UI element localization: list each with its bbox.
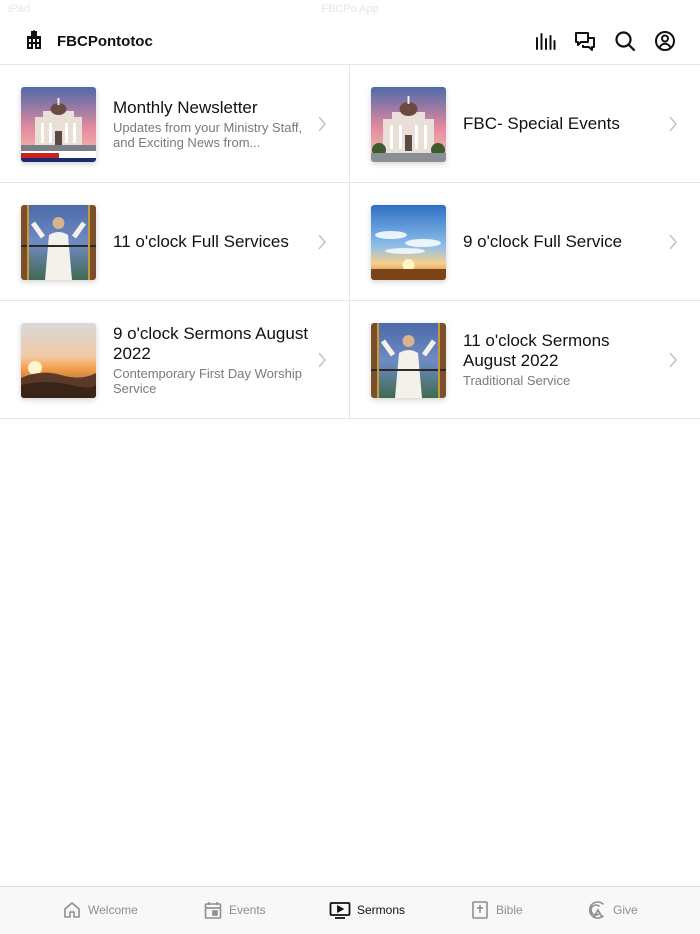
stained-glass-thumbnail — [21, 205, 96, 280]
give-icon — [588, 901, 604, 919]
tab-give[interactable]: Give — [587, 900, 638, 920]
tv-play-icon — [329, 902, 351, 919]
item-title: 11 o'clock Full Services — [113, 231, 289, 251]
tab-bible[interactable]: Bible — [470, 900, 523, 920]
list-item[interactable]: 9 o'clock Sermons August 2022 Contempora… — [0, 301, 350, 418]
tab-label: Welcome — [88, 903, 138, 917]
app-header: FBCPontotoc — [0, 22, 700, 62]
status-bar: iPad FBCPo App — [0, 0, 700, 20]
tab-label: Give — [613, 903, 638, 917]
search-icon[interactable] — [614, 30, 636, 52]
tab-label: Bible — [496, 903, 523, 917]
stained-glass-thumbnail — [371, 323, 446, 398]
item-title: 11 o'clock Sermons August 2022 — [463, 331, 610, 370]
sunrise-mountains-thumbnail — [21, 323, 96, 398]
app-title: FBCPontotoc — [57, 33, 153, 50]
list-item[interactable]: Monthly Newsletter Updates from your Min… — [0, 65, 350, 182]
tab-sermons[interactable]: Sermons — [329, 900, 405, 920]
list-item[interactable]: FBC- Special Events — [350, 65, 700, 182]
list-item[interactable]: 11 o'clock Sermons August 2022 Tradition… — [350, 301, 700, 418]
chevron-right-icon — [318, 233, 327, 250]
tab-welcome[interactable]: Welcome — [62, 900, 138, 920]
item-subtitle: Contemporary First Day Worship Service — [113, 365, 303, 396]
bible-icon — [472, 901, 488, 919]
tab-label: Events — [229, 903, 266, 917]
calendar-icon — [204, 902, 222, 919]
list-item[interactable]: 11 o'clock Full Services — [0, 183, 350, 300]
chevron-right-icon — [318, 351, 327, 368]
church-building-thumbnail — [371, 87, 446, 162]
chat-bubbles-icon[interactable] — [574, 30, 596, 52]
tab-bar: Welcome Events Sermons Bible Give — [0, 886, 700, 934]
tab-events[interactable]: Events — [203, 900, 266, 920]
list-item[interactable]: 9 o'clock Full Service — [350, 183, 700, 300]
chevron-right-icon — [669, 233, 678, 250]
item-subtitle: Updates from your Ministry Staff, and Ex… — [113, 119, 303, 150]
sunrise-clouds-thumbnail — [371, 205, 446, 280]
church-logo-icon[interactable] — [25, 30, 43, 50]
item-subtitle: Traditional Service — [463, 373, 571, 388]
item-title: Monthly Newsletter — [113, 97, 258, 117]
chevron-right-icon — [318, 115, 327, 132]
chevron-right-icon — [669, 351, 678, 368]
home-icon — [64, 902, 80, 918]
sermon-series-grid: Monthly Newsletter Updates from your Min… — [0, 64, 700, 419]
account-icon[interactable] — [654, 30, 676, 52]
chevron-right-icon — [669, 115, 678, 132]
status-app-name: FBCPo App — [321, 3, 379, 15]
item-title: 9 o'clock Sermons August 2022 — [113, 323, 309, 363]
tab-label: Sermons — [357, 903, 406, 917]
item-title: 9 o'clock Full Service — [463, 231, 623, 251]
bars-chart-icon[interactable] — [534, 30, 556, 52]
item-title: FBC- Special Events — [463, 113, 620, 133]
church-building-thumbnail — [21, 87, 96, 162]
